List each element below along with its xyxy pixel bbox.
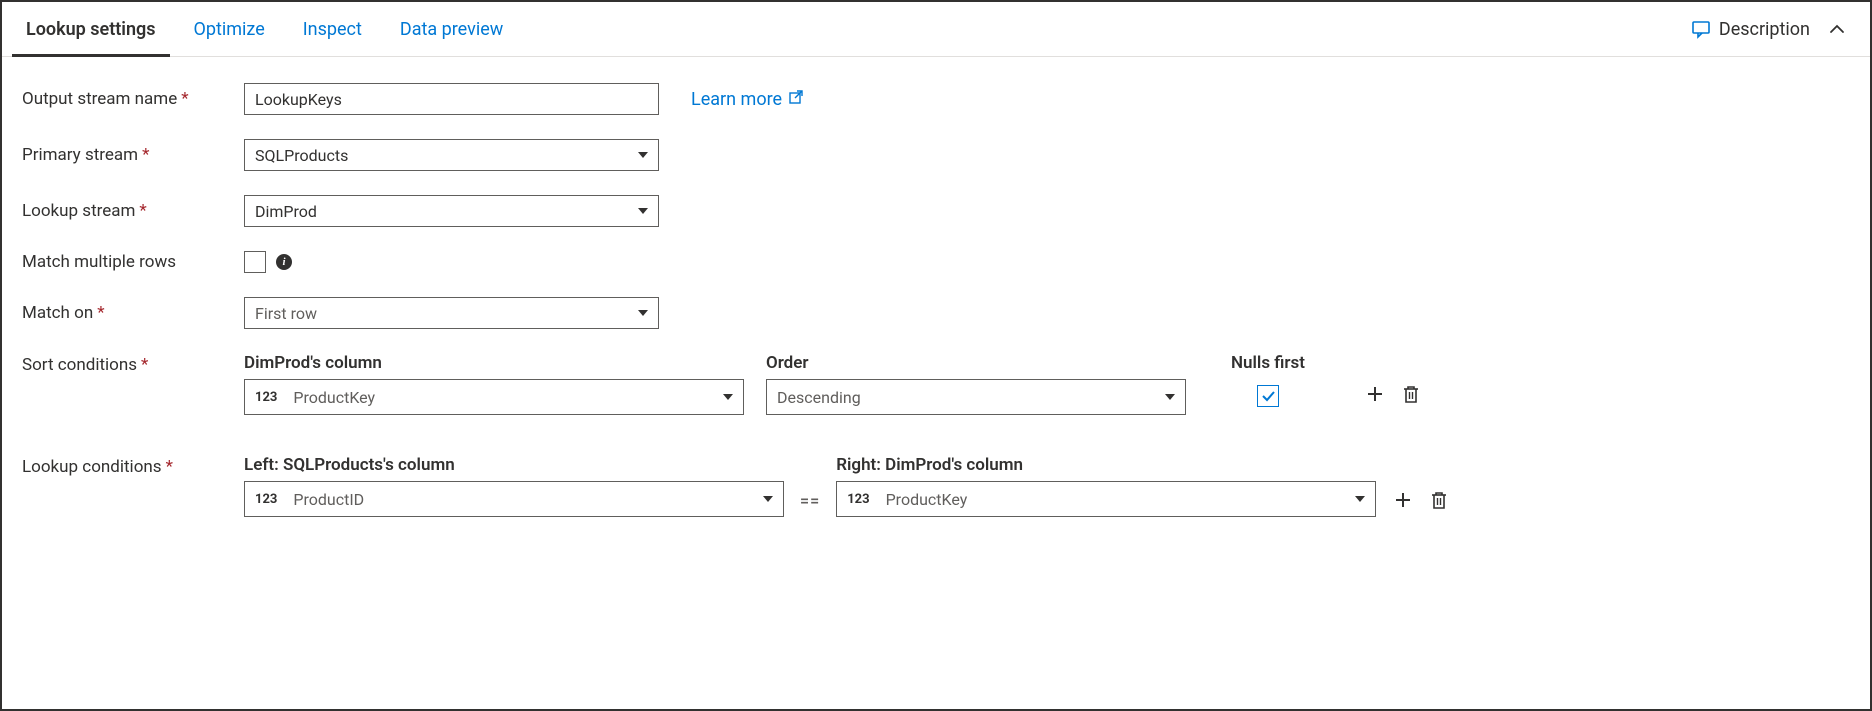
sort-order-select[interactable]: Descending [766, 379, 1186, 415]
row-match-on: Match on* First row [22, 297, 1850, 329]
row-lookup-stream: Lookup stream* DimProd [22, 195, 1850, 227]
caret-down-icon [1355, 496, 1365, 502]
sort-order-value: Descending [777, 388, 1165, 407]
external-link-icon [788, 89, 804, 110]
add-lookup-condition-button[interactable] [1392, 489, 1414, 511]
lookup-settings-panel: Lookup settings Optimize Inspect Data pr… [0, 0, 1872, 711]
type-tag-numeric-icon: 123 [255, 492, 277, 507]
comment-icon [1691, 19, 1711, 39]
settings-tabs: Lookup settings Optimize Inspect Data pr… [2, 2, 1870, 57]
match-multiple-rows-checkbox[interactable] [244, 251, 266, 273]
label-text: Sort conditions [22, 355, 137, 375]
lookup-row-actions [1392, 455, 1450, 511]
equals-operator: == [800, 455, 820, 510]
label-lookup-stream: Lookup stream* [22, 201, 244, 221]
add-sort-condition-button[interactable] [1364, 383, 1386, 405]
lookup-stream-select[interactable]: DimProd [244, 195, 659, 227]
label-sort-conditions: Sort conditions* [22, 353, 244, 375]
required-asterisk: * [139, 201, 146, 221]
delete-sort-condition-button[interactable] [1400, 383, 1422, 405]
lookup-left-value: ProductID [293, 490, 763, 509]
match-on-select[interactable]: First row [244, 297, 659, 329]
label-text: Lookup conditions [22, 457, 162, 477]
required-asterisk: * [166, 457, 173, 477]
trash-icon [1402, 384, 1420, 404]
lookup-right-value: ProductKey [886, 490, 1356, 509]
primary-stream-select[interactable]: SQLProducts [244, 139, 659, 171]
required-asterisk: * [142, 145, 149, 165]
type-tag-numeric-icon: 123 [255, 390, 277, 405]
output-stream-name-input[interactable] [244, 83, 659, 115]
lookup-right-col: Right: DimProd's column 123 ProductKey [836, 455, 1376, 517]
required-asterisk: * [141, 355, 148, 375]
sort-row-actions [1364, 383, 1422, 405]
tab-inspect[interactable]: Inspect [293, 2, 372, 56]
sort-column-header: DimProd's column [244, 353, 744, 373]
label-text: Match on [22, 303, 93, 323]
plus-icon [1365, 384, 1385, 404]
label-primary-stream: Primary stream* [22, 145, 244, 165]
label-match-on: Match on* [22, 303, 244, 323]
label-lookup-conditions: Lookup conditions* [22, 455, 244, 477]
match-on-value: First row [255, 304, 317, 323]
label-match-multiple-rows: Match multiple rows [22, 252, 244, 272]
learn-more-label: Learn more [691, 89, 782, 110]
lookup-stream-value: DimProd [255, 202, 317, 221]
sort-column-value: ProductKey [293, 388, 723, 407]
required-asterisk: * [181, 89, 188, 109]
sort-conditions-grid: DimProd's column 123 ProductKey Order De… [244, 353, 1422, 415]
info-icon[interactable]: i [276, 254, 292, 270]
caret-down-icon [763, 496, 773, 502]
plus-icon [1393, 490, 1413, 510]
caret-down-icon [723, 394, 733, 400]
lookup-conditions-grid: Left: SQLProducts's column 123 ProductID… [244, 455, 1450, 517]
delete-lookup-condition-button[interactable] [1428, 489, 1450, 511]
trash-icon [1430, 490, 1448, 510]
label-text: Primary stream [22, 145, 138, 165]
row-output-stream-name: Output stream name* Learn more [22, 83, 1850, 115]
required-asterisk: * [97, 303, 104, 323]
sort-nulls-first-col: Nulls first [1208, 353, 1328, 408]
description-link[interactable]: Description [1691, 19, 1810, 40]
tab-lookup-settings[interactable]: Lookup settings [16, 2, 166, 56]
sort-column-select[interactable]: 123 ProductKey [244, 379, 744, 415]
learn-more-link[interactable]: Learn more [691, 89, 804, 110]
caret-down-icon [638, 208, 648, 214]
primary-stream-value: SQLProducts [255, 146, 348, 165]
label-text: Lookup stream [22, 201, 135, 221]
caret-down-icon [638, 152, 648, 158]
description-label: Description [1719, 19, 1810, 40]
lookup-right-select[interactable]: 123 ProductKey [836, 481, 1376, 517]
sort-nulls-first-header: Nulls first [1208, 353, 1328, 373]
caret-down-icon [638, 310, 648, 316]
sort-order-header: Order [766, 353, 1186, 373]
nulls-first-checkbox[interactable] [1257, 385, 1279, 407]
row-primary-stream: Primary stream* SQLProducts [22, 139, 1850, 171]
tab-data-preview[interactable]: Data preview [390, 2, 513, 56]
lookup-left-select[interactable]: 123 ProductID [244, 481, 784, 517]
caret-down-icon [1165, 394, 1175, 400]
tab-optimize[interactable]: Optimize [184, 2, 275, 56]
type-tag-numeric-icon: 123 [847, 492, 869, 507]
row-match-multiple-rows: Match multiple rows i [22, 251, 1850, 273]
lookup-left-col: Left: SQLProducts's column 123 ProductID [244, 455, 784, 517]
row-sort-conditions: Sort conditions* DimProd's column 123 Pr… [22, 353, 1850, 415]
sort-order-col: Order Descending [766, 353, 1186, 415]
label-text: Match multiple rows [22, 252, 176, 272]
label-output-stream-name: Output stream name* [22, 89, 244, 109]
sort-column-col: DimProd's column 123 ProductKey [244, 353, 744, 415]
label-text: Output stream name [22, 89, 177, 109]
row-lookup-conditions: Lookup conditions* Left: SQLProducts's c… [22, 455, 1850, 517]
lookup-right-header: Right: DimProd's column [836, 455, 1376, 475]
settings-body: Output stream name* Learn more Primary s… [2, 57, 1870, 561]
chevron-up-icon[interactable] [1828, 20, 1846, 38]
panel-header-right: Description [1691, 19, 1856, 40]
lookup-left-header: Left: SQLProducts's column [244, 455, 784, 475]
